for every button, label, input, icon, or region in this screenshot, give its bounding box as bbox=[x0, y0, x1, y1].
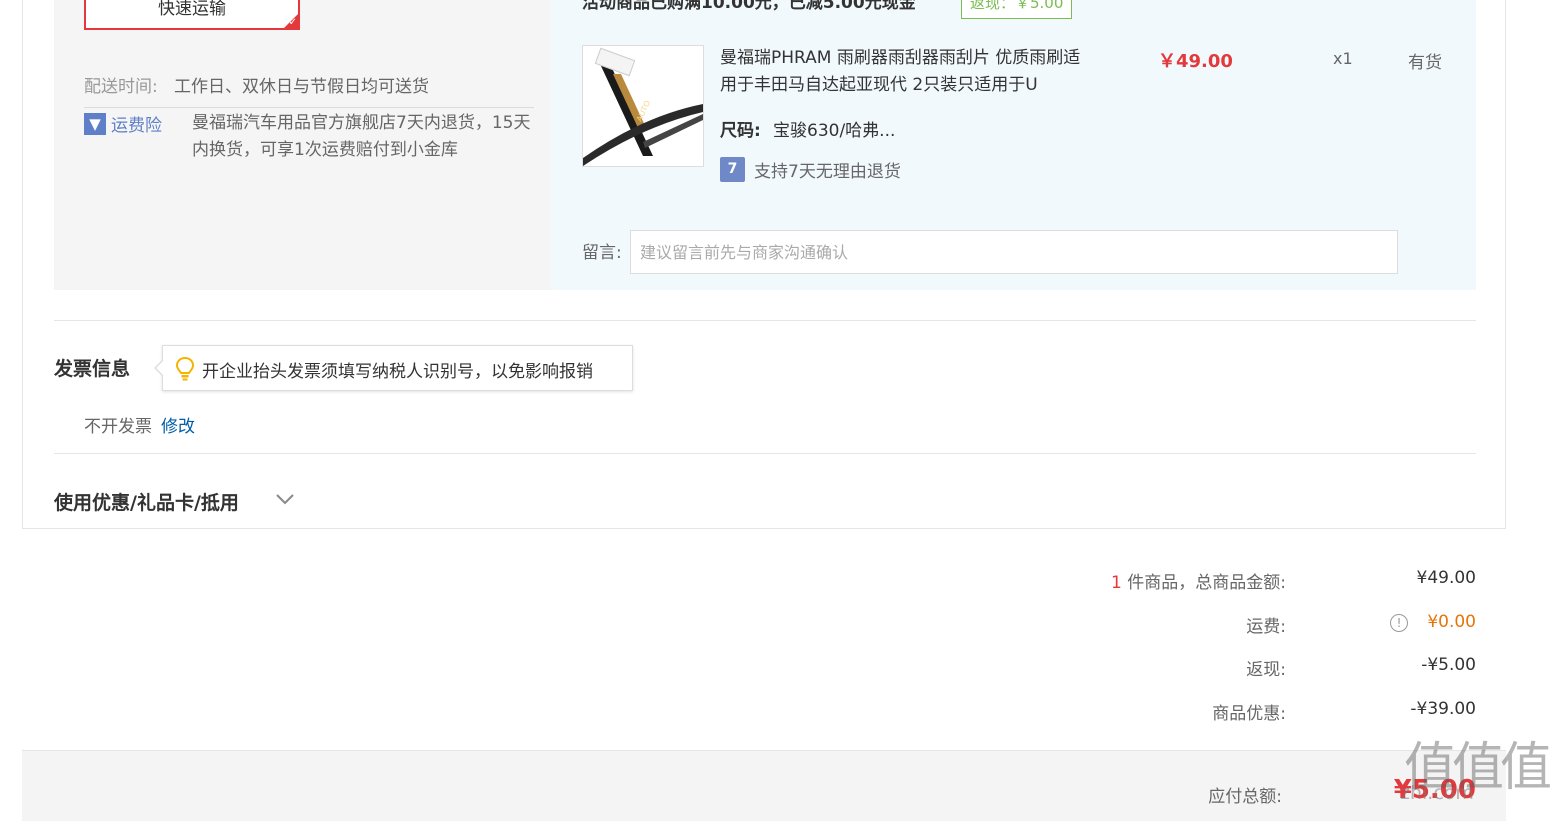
discount-label: 商品优惠: bbox=[1212, 704, 1286, 724]
goods-total-label: 1 件商品，总商品金额: bbox=[1111, 568, 1286, 593]
chevron-down-icon[interactable] bbox=[274, 488, 296, 510]
freight-insurance-description: 曼福瑞汽车用品官方旗舰店7天内退货，15天内换货，可享1次运费赔付到小金库 bbox=[192, 113, 531, 160]
invoice-tip-text: 开企业抬头发票须填写纳税人识别号，以免影响报销 bbox=[202, 362, 593, 382]
product-quantity: x1 bbox=[1333, 49, 1353, 68]
shipping-method-label: 快速运输 bbox=[158, 0, 226, 19]
promotion-text: 活动商品已购满10.00元，已减5.00元现金 bbox=[582, 0, 916, 13]
product-price: ￥49.00 bbox=[1158, 51, 1233, 72]
seven-day-return-icon: 7 bbox=[720, 157, 745, 182]
invoice-type-value: 不开发票 bbox=[84, 417, 152, 437]
product-stock-status: 有货 bbox=[1408, 53, 1442, 73]
rebate-tag: 返现：￥5.00 bbox=[961, 0, 1073, 19]
divider bbox=[84, 107, 534, 108]
payable-label: 应付总额: bbox=[1208, 787, 1282, 807]
coupon-section-toggle[interactable]: 使用优惠/礼品卡/抵用 bbox=[54, 488, 239, 515]
site-watermark-url: zhi.com bbox=[1400, 782, 1474, 804]
freight-insurance-link[interactable]: 运费险 bbox=[111, 111, 162, 136]
section-divider bbox=[54, 453, 1476, 454]
delivery-time-value: 工作日、双休日与节假日均可送货 bbox=[174, 77, 429, 97]
goods-total-value: ¥49.00 bbox=[1416, 568, 1476, 588]
freight-label: 运费: bbox=[1246, 617, 1286, 637]
invoice-section-title: 发票信息 bbox=[54, 358, 131, 380]
size-label: 尺码: bbox=[720, 121, 761, 141]
rebate-value: -¥5.00 bbox=[1421, 655, 1476, 675]
size-value: 宝骏630/哈弗... bbox=[773, 121, 896, 141]
shipping-method-button[interactable]: 快速运输 ✓ bbox=[84, 0, 300, 30]
remark-input[interactable] bbox=[630, 230, 1398, 274]
payable-bar bbox=[22, 750, 1506, 821]
goods-total-text: 件商品，总商品金额: bbox=[1127, 573, 1286, 593]
invoice-tooltip: 开企业抬头发票须填写纳税人识别号，以免影响报销 bbox=[154, 345, 633, 391]
tooltip-arrow-fill bbox=[156, 360, 164, 376]
delivery-time-label: 配送时间: bbox=[84, 77, 158, 97]
shield-icon: ▼ bbox=[84, 113, 106, 135]
rebate-label: 返现: bbox=[1246, 660, 1286, 680]
freight-value: ¥0.00 bbox=[1427, 612, 1476, 632]
discount-value: -¥39.00 bbox=[1410, 699, 1476, 719]
invoice-edit-link[interactable]: 修改 bbox=[161, 412, 195, 437]
product-image[interactable]: AUTO bbox=[582, 45, 704, 167]
product-name-link[interactable]: 曼福瑞PHRAM 雨刷器雨刮器雨刮片 优质雨刷适用于丰田马自达起亚现代 2只装只… bbox=[720, 45, 1090, 99]
section-divider bbox=[54, 320, 1476, 321]
info-icon[interactable]: ! bbox=[1390, 614, 1408, 632]
check-icon: ✓ bbox=[288, 17, 297, 28]
wiper-blade-image: AUTO bbox=[583, 46, 703, 166]
remark-label: 留言: bbox=[582, 243, 622, 263]
return-policy-text: 支持7天无理由退货 bbox=[754, 162, 901, 182]
lightbulb-icon bbox=[175, 356, 195, 381]
item-count: 1 bbox=[1111, 573, 1122, 593]
